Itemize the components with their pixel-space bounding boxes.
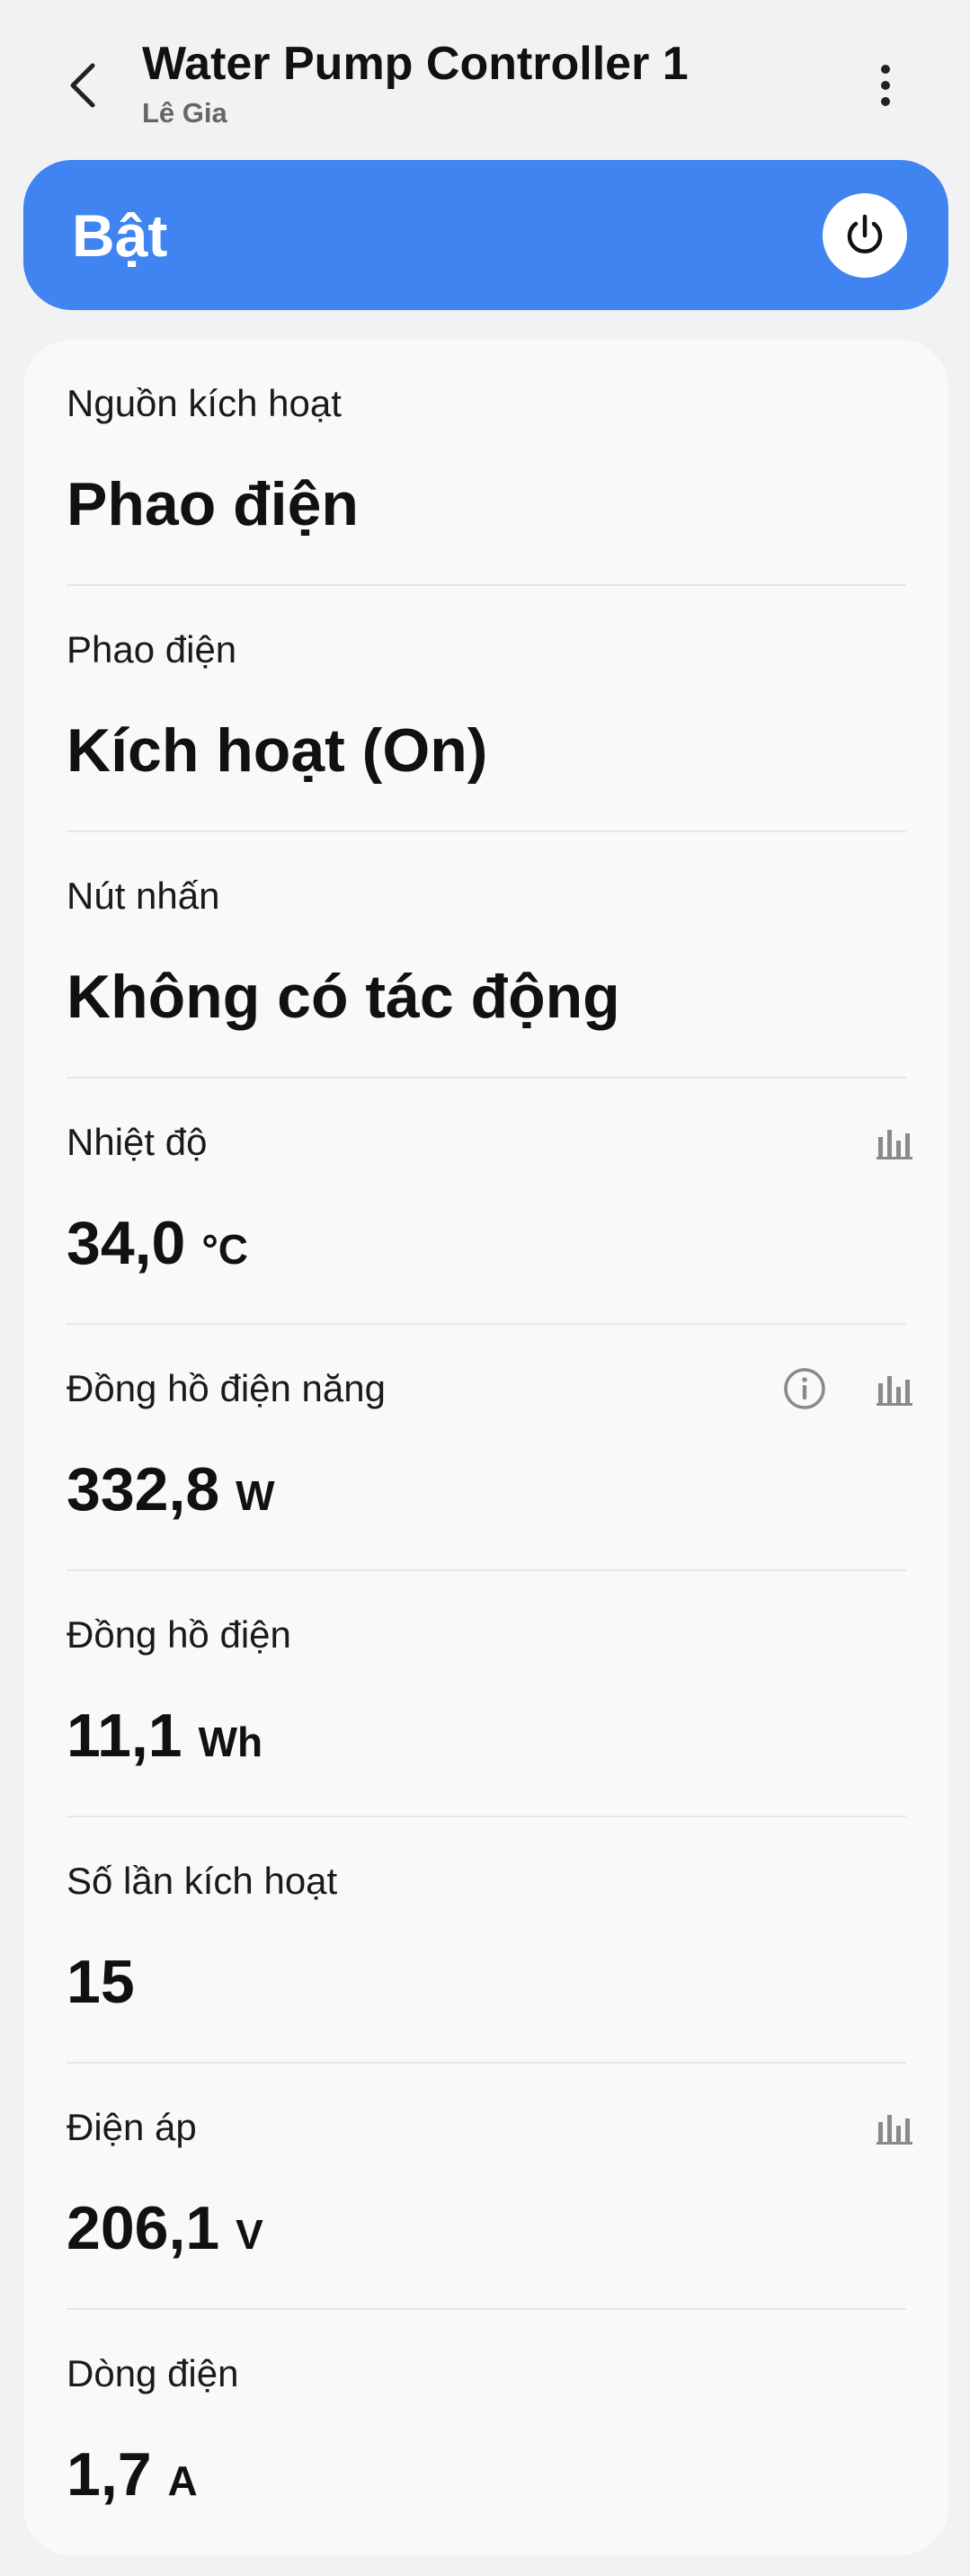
back-button[interactable]: [52, 49, 115, 121]
row-label: Số lần kích hoạt: [67, 1860, 338, 1902]
bar-chart-icon: [877, 1376, 912, 1406]
power-state-label: Bật: [72, 201, 168, 269]
status-row-float-switch: Phao điện Kích hoạt (On): [67, 586, 906, 832]
row-label: Nút nhấn: [67, 875, 220, 917]
row-value: 1,7 A: [67, 2440, 198, 2509]
bar-chart-icon: [877, 2115, 912, 2145]
row-value: 206,1 V: [67, 2194, 263, 2262]
chevron-left-icon: [70, 63, 95, 108]
status-row-power-meter: Đồng hồ điện năng 332,8 W: [67, 1325, 912, 1571]
more-options-button[interactable]: [859, 49, 912, 121]
voltage-history-button[interactable]: [867, 2100, 922, 2155]
row-label: Dòng điện: [67, 2352, 239, 2394]
status-row-push-button: Nút nhấn Không có tác động: [67, 832, 906, 1079]
status-row-current: Dòng điện 1,7 A: [67, 2310, 906, 2556]
row-value: 332,8 W: [67, 1455, 275, 1523]
more-vertical-icon: [881, 65, 890, 106]
row-value: Phao điện: [67, 470, 359, 538]
title-block: Water Pump Controller 1 Lê Gia: [142, 34, 689, 131]
status-row-energy: Đồng hồ điện 11,1 Wh: [67, 1571, 906, 1817]
power-toggle-banner[interactable]: Bật: [23, 160, 948, 310]
row-value: 15: [67, 1948, 135, 2016]
status-row-temperature: Nhiệt độ 34,0 °C: [67, 1079, 912, 1325]
row-unit: °C: [201, 1226, 248, 1273]
row-unit: V: [236, 2211, 263, 2258]
row-unit: W: [236, 1472, 275, 1519]
status-row-voltage: Điện áp 206,1 V: [67, 2064, 912, 2310]
row-value: Không có tác động: [67, 963, 620, 1031]
power-meter-history-button[interactable]: [867, 1361, 922, 1417]
power-meter-info-button[interactable]: [777, 1361, 832, 1417]
power-button[interactable]: [823, 193, 907, 278]
page-subtitle: Lê Gia: [142, 97, 227, 129]
row-label: Nguồn kích hoạt: [67, 382, 342, 424]
row-value: Kích hoạt (On): [67, 716, 488, 785]
device-status-card: Nguồn kích hoạt Phao điện Phao điện Kích…: [23, 340, 948, 2555]
info-icon: [784, 1368, 825, 1409]
row-label: Nhiệt độ: [67, 1121, 208, 1163]
app-header: Water Pump Controller 1 Lê Gia: [0, 0, 970, 153]
bar-chart-icon: [877, 1130, 912, 1159]
power-icon: [847, 214, 883, 253]
row-unit: Wh: [198, 1719, 263, 1765]
row-label: Đồng hồ điện năng: [67, 1367, 386, 1409]
temperature-history-button[interactable]: [867, 1115, 922, 1170]
row-value: 34,0 °C: [67, 1209, 248, 1277]
page-title: Water Pump Controller 1: [142, 38, 689, 90]
status-row-activation-count: Số lần kích hoạt 15: [67, 1817, 906, 2064]
row-label: Đồng hồ điện: [67, 1613, 291, 1656]
status-row-trigger-source: Nguồn kích hoạt Phao điện: [67, 340, 906, 586]
row-label: Phao điện: [67, 628, 237, 671]
row-unit: A: [167, 2457, 198, 2504]
row-value: 11,1 Wh: [67, 1701, 263, 1770]
row-label: Điện áp: [67, 2106, 197, 2148]
